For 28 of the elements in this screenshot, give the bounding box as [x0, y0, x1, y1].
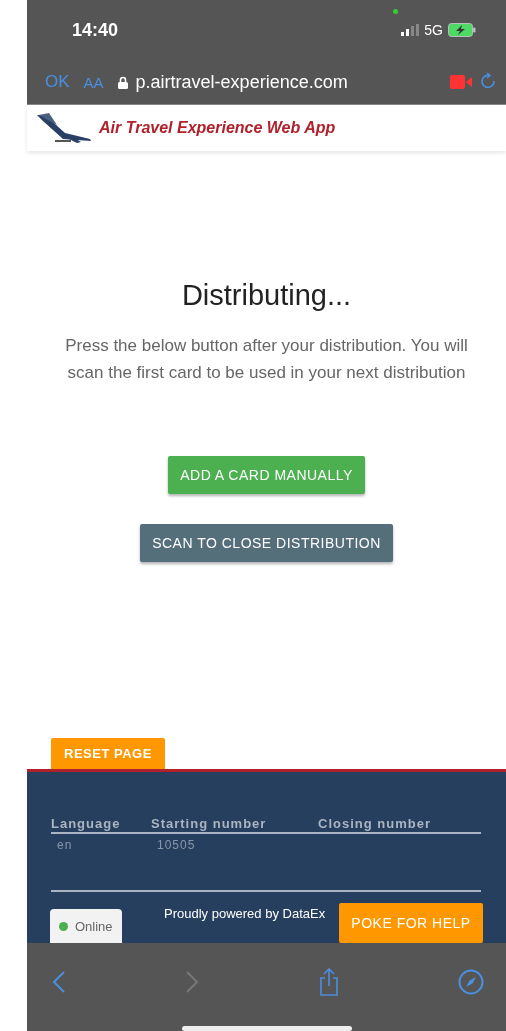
forward-icon[interactable] [185, 970, 200, 995]
column-header: Language [51, 816, 151, 834]
help-button[interactable]: POKE FOR HELP [339, 903, 483, 943]
powered-by-text: Proudly powered by DataEx [164, 906, 327, 921]
column-header: Closing number [318, 816, 481, 834]
text-size-button[interactable]: AA [83, 73, 104, 91]
network-label: 5G [424, 22, 443, 38]
table-cell-text: en [56, 837, 74, 854]
table-cell-text: 10505 [156, 837, 197, 854]
add-card-button[interactable]: ADD A CARD MANUALLY [168, 456, 365, 494]
url-text[interactable]: p.airtravel-experience.com [135, 71, 442, 93]
clock-time: 14:40 [72, 19, 119, 41]
page-heading: Distributing... [181, 279, 352, 312]
instruction-text: Press the below button after your distribution. You will scan the first card to be used in your next distribution [64, 335, 469, 384]
signal-icon [401, 24, 420, 36]
app-title: Air Travel Experience Web App [99, 119, 336, 137]
airplane-icon [35, 111, 93, 145]
battery-icon [448, 23, 476, 37]
share-icon[interactable] [318, 968, 339, 997]
scan-button[interactable]: SCAN TO CLOSE DISTRIBUTION [140, 524, 393, 562]
done-button[interactable]: OK [45, 72, 70, 92]
status-label: Online [75, 918, 113, 934]
lock-icon [117, 75, 128, 89]
back-icon[interactable] [52, 970, 66, 995]
compass-icon[interactable] [458, 969, 484, 996]
reset-button[interactable]: RESET PAGE [51, 738, 165, 769]
column-header: Starting number [151, 816, 318, 834]
camera-icon [450, 75, 472, 89]
